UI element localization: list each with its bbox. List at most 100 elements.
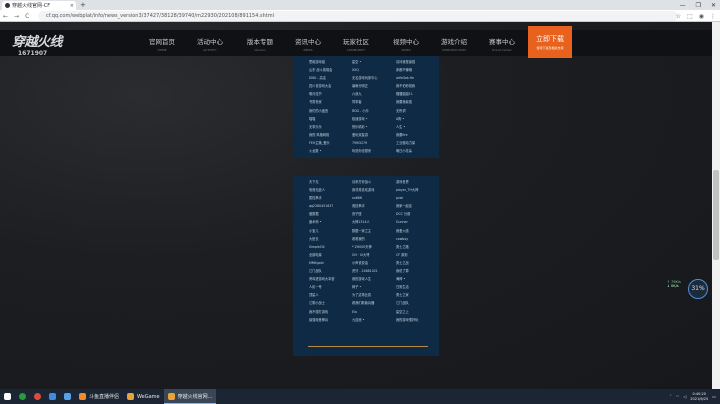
list-item[interactable]: 我要fire: [396, 131, 415, 139]
site-logo[interactable]: 穿越火线 1671907: [12, 29, 122, 59]
list-item[interactable]: 海神 •: [396, 275, 418, 283]
nav-home[interactable]: 官网首页 HOME: [140, 30, 184, 56]
list-item[interactable]: 我们的小迷宫: [309, 107, 332, 115]
start-button[interactable]: [0, 389, 15, 404]
list-item[interactable]: 骚骚姐姐11: [396, 90, 415, 98]
list-item[interactable]: 我的·风格网络: [309, 131, 332, 139]
list-item[interactable]: 我不怕你找我: [396, 82, 415, 90]
list-item[interactable]: 日常生活: [396, 283, 418, 291]
list-item[interactable]: 属性拳手: [309, 194, 335, 202]
list-item[interactable]: GH · XI大哥: [352, 251, 378, 259]
list-item[interactable]: 勇士之家: [396, 291, 418, 299]
nav-video[interactable]: 视频中心 VIDEO: [384, 30, 428, 56]
list-item[interactable]: 江阴小战士: [309, 299, 335, 307]
list-item[interactable]: RDG - 小乐: [352, 107, 378, 115]
list-item[interactable]: 我要我最强: [396, 98, 415, 106]
list-item[interactable]: 我说了算: [396, 267, 418, 275]
nav-introduction[interactable]: 游戏介绍 INTRODUCTION: [432, 30, 476, 56]
list-item[interactable]: FEH主播_爱乐: [309, 139, 332, 147]
list-item[interactable]: 我的游戏人生: [352, 275, 378, 283]
list-item[interactable]: MMKgold: [309, 259, 335, 267]
list-item[interactable]: qq2280451637: [309, 202, 335, 210]
list-item[interactable]: 爱玩双星游: [352, 131, 378, 139]
list-item[interactable]: 最强电竞神兵: [309, 316, 335, 324]
list-item[interactable]: 网子 •: [352, 283, 378, 291]
forward-icon[interactable]: →: [14, 13, 19, 20]
back-icon[interactable]: ←: [3, 13, 8, 20]
minimize-icon[interactable]: —: [680, 2, 686, 9]
list-item[interactable]: pzzk: [396, 194, 418, 202]
list-item[interactable]: 天下无: [309, 178, 335, 186]
close-window-icon[interactable]: ✕: [711, 2, 716, 9]
list-item[interactable]: 小声说说话: [352, 259, 378, 267]
list-item[interactable]: 勇士之战: [396, 259, 418, 267]
browser-tab[interactable]: 穿越火线官网-CF ×: [2, 1, 76, 10]
list-item[interactable]: 床都不懂哦: [396, 66, 415, 74]
list-item[interactable]: 明日小花朵: [396, 147, 415, 155]
list-item[interactable]: 电竞无敌人: [309, 186, 335, 194]
list-item[interactable]: 请问我是最强: [396, 58, 415, 66]
list-item[interactable]: 数据一家之主: [352, 227, 378, 235]
list-item[interactable]: 全部电量: [309, 251, 335, 259]
list-item[interactable]: 山东·战斗英雄会: [309, 66, 332, 74]
url-field[interactable]: cf.qq.com/webplat/info/news_version3/374…: [38, 11, 678, 21]
list-item[interactable]: 无名游戏玩家中心: [352, 74, 378, 82]
usage-gauge[interactable]: 31%: [688, 279, 708, 299]
list-item[interactable]: 星空 •: [352, 58, 378, 66]
list-item[interactable]: 无事乐乐: [309, 123, 332, 131]
list-item[interactable]: 大神1314人: [352, 218, 378, 226]
list-item[interactable]: 大班长: [309, 235, 335, 243]
list-item[interactable]: player_TH大神: [396, 186, 418, 194]
list-item[interactable]: cowboy: [396, 235, 418, 243]
list-item[interactable]: 请来打你战斗: [352, 178, 378, 186]
list-item[interactable]: 我的游戏很好玩: [396, 316, 418, 324]
list-item[interactable]: 游戏世界: [396, 178, 418, 186]
tray-arrow-icon[interactable]: ˄: [670, 394, 672, 399]
nav-community[interactable]: 玩家社区 COMMUNITY: [334, 30, 378, 56]
list-item[interactable]: 火龙数 •: [309, 147, 332, 155]
list-item[interactable]: 江门战队: [309, 267, 335, 275]
tab-close-icon[interactable]: ×: [70, 3, 74, 9]
list-item[interactable]: 快乐精彩 •: [352, 123, 378, 131]
nav-events[interactable]: 赛事中心 Event Center: [480, 30, 524, 56]
star-icon[interactable]: ☆: [676, 13, 681, 20]
new-tab-button[interactable]: +: [80, 1, 86, 9]
maximize-icon[interactable]: ❐: [696, 2, 701, 9]
list-item[interactable]: Gunner: [396, 218, 418, 226]
list-item[interactable]: 我爱火线: [396, 227, 418, 235]
list-item[interactable]: 江门战队: [396, 299, 418, 307]
nav-news[interactable]: 资讯中心 NEWS: [286, 30, 330, 56]
taskbar-douyu[interactable]: 斗鱼直播伴侣: [75, 389, 123, 404]
list-item[interactable]: DNG - 高洁: [309, 74, 332, 82]
nav-version[interactable]: 版本专题 Version: [238, 30, 282, 56]
scrollbar-thumb[interactable]: [713, 170, 719, 260]
nav-activity[interactable]: 活动中心 ACTIVITY: [188, 30, 232, 56]
list-item[interactable]: 无所谓: [396, 107, 415, 115]
list-item[interactable]: 799GG79: [352, 139, 378, 147]
list-item[interactable]: 勇士之路: [396, 243, 418, 251]
app-taskbar-icon[interactable]: [60, 389, 75, 404]
list-item[interactable]: 做数据: [309, 210, 335, 218]
list-item[interactable]: 看看我的: [352, 235, 378, 243]
list-item[interactable]: 小宝儿: [309, 227, 335, 235]
list-item[interactable]: wifeGok.fm: [396, 74, 415, 82]
list-item[interactable]: 我家一起走: [396, 202, 418, 210]
list-item[interactable]: 虎牙 - 24681021: [352, 267, 378, 275]
extensions-icon[interactable]: ⬚: [687, 13, 693, 20]
list-item[interactable]: 六叔九: [352, 90, 378, 98]
list-item[interactable]: 九连冠 •: [352, 316, 378, 324]
list-item[interactable]: 看我们新版兵器: [352, 299, 378, 307]
list-item[interactable]: 思维游戏组: [309, 58, 332, 66]
list-item[interactable]: Elo: [352, 308, 378, 316]
list-item[interactable]: 星空之上: [396, 308, 418, 316]
list-item[interactable]: 魔术师 •: [309, 218, 335, 226]
notification-icon[interactable]: ▭: [712, 394, 716, 399]
list-item[interactable]: 工业驱动力量: [396, 139, 415, 147]
list-item[interactable]: * ZH000天神: [352, 243, 378, 251]
list-item[interactable]: 为了这场比赛: [352, 291, 378, 299]
explorer-taskbar-icon[interactable]: [45, 389, 60, 404]
list-item[interactable]: 竞技拳手: [352, 202, 378, 210]
list-item[interactable]: 同事客: [352, 98, 378, 106]
clock[interactable]: 0:40:20 2021/6/25: [690, 392, 708, 401]
list-item[interactable]: DCC 分部: [396, 210, 418, 218]
